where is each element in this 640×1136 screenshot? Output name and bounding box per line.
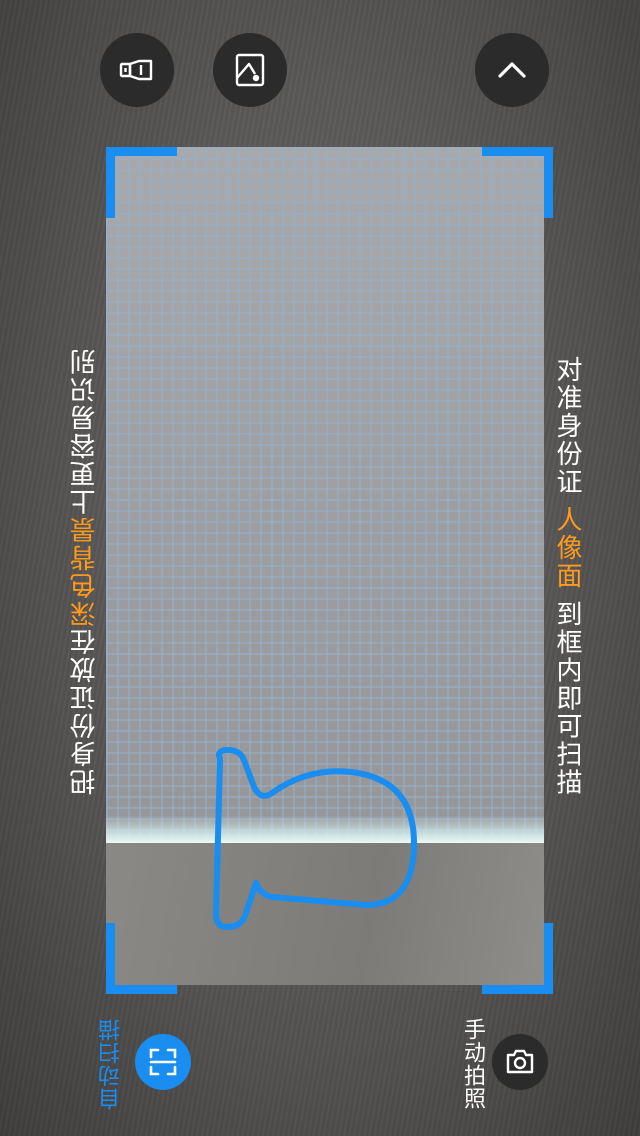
collapse-button[interactable] <box>475 33 549 107</box>
alignment-hint: 对准身份证 人像面 到框内即可扫描 <box>549 356 586 797</box>
flashlight-button[interactable] <box>100 33 174 107</box>
frame-corner-top-right <box>482 147 553 218</box>
album-button[interactable] <box>213 33 287 107</box>
hint-right-highlight: 人像面 <box>552 506 582 591</box>
auto-scan-label[interactable]: 自动扫描 <box>96 1018 128 1110</box>
frame-corner-top-left <box>106 147 177 218</box>
scan-frame-icon <box>149 1048 177 1076</box>
background-hint: 把身份证放在深色背景上更容易识别 <box>66 347 103 795</box>
scan-grid <box>106 147 544 837</box>
hint-left-highlight: 深色背景 <box>70 515 100 627</box>
manual-capture-button[interactable] <box>492 1034 548 1090</box>
portrait-guide-icon <box>213 747 417 930</box>
flashlight-icon <box>119 59 153 81</box>
chevron-up-icon <box>498 62 526 78</box>
hint-right-prefix: 对准身份证 <box>552 356 582 507</box>
auto-scan-button[interactable] <box>135 1034 191 1090</box>
manual-capture-label[interactable]: 手动拍照 <box>456 1018 488 1110</box>
hint-left-suffix: 上更容易识别 <box>70 347 100 515</box>
hint-left-prefix: 把身份证放在 <box>70 627 100 795</box>
image-album-icon <box>235 53 265 87</box>
frame-corner-bottom-left <box>106 923 177 994</box>
hint-right-suffix: 到框内即可扫描 <box>552 590 582 797</box>
frame-corner-bottom-right <box>482 923 553 994</box>
camera-icon <box>506 1049 534 1074</box>
